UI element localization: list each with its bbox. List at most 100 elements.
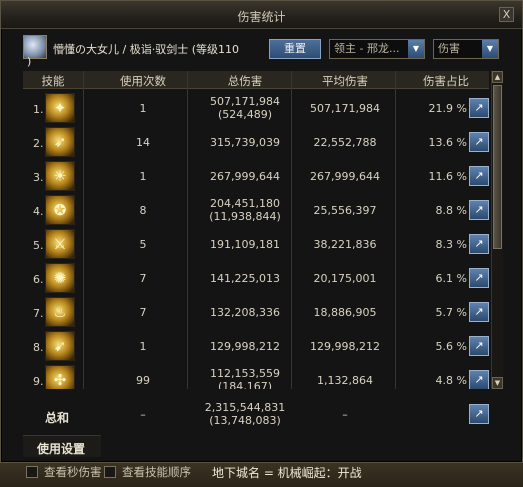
total-damage-value: 191,109,181 <box>210 238 280 251</box>
reset-button[interactable]: 重置 <box>269 39 321 59</box>
skill-3-icon: ☀ <box>45 161 75 191</box>
table-row: 1. ✦ 1 507,171,984 (524,489) 507,171,984 21.9 … <box>23 91 489 125</box>
skill-8-icon: ➹ <box>45 331 75 361</box>
uses-cell: 99 <box>136 374 150 387</box>
table-row: 9. ✣ 99 112,153,559 (184,167) 1,132,864 4.8 % ↗ <box>23 363 489 389</box>
title-bar[interactable]: 伤害统计 X <box>1 1 522 29</box>
character-name-cont: ) <box>27 55 32 68</box>
avg-damage-cell: 22,552,788 <box>313 136 377 149</box>
share-icon[interactable]: ↗ <box>469 200 489 220</box>
share-icon[interactable]: ↗ <box>469 268 489 288</box>
total-damage-sub: (524,489) <box>217 108 273 121</box>
usage-settings-tab[interactable]: 使用设置 <box>23 435 101 457</box>
table-row: 3. ☀ 1 267,999,644 267,999,644 11.6 % ↗ <box>23 159 489 193</box>
damage-share-cell: 6.1 % <box>435 272 467 285</box>
chevron-down-icon[interactable]: ▼ <box>408 40 424 58</box>
table-row: 4. ✪ 8 204,451,180 (11,938,844) 25,556,397 8.8… <box>23 193 489 227</box>
damage-share-cell: 11.6 % <box>428 170 467 183</box>
total-damage-cell: 204,451,180 (11,938,844) <box>195 197 295 223</box>
row-index: 6. <box>33 273 44 286</box>
avg-damage-cell: 267,999,644 <box>310 170 380 183</box>
header-damage-share: 伤害占比 <box>423 74 469 88</box>
total-damage-value: 141,225,013 <box>210 272 280 285</box>
total-damage-value: 2,315,544,831 <box>204 401 286 414</box>
total-damage-cell: 267,999,644 <box>195 170 295 183</box>
total-damage-value: 132,208,336 <box>210 306 280 319</box>
table-row: 7. ♨ 7 132,208,336 18,886,905 5.7 % ↗ <box>23 295 489 329</box>
skill-1-icon: ✦ <box>45 93 75 123</box>
share-icon[interactable]: ↗ <box>469 336 489 356</box>
total-damage-cell: 315,739,039 <box>195 136 295 149</box>
avg-damage-cell: 129,998,212 <box>310 340 380 353</box>
share-icon[interactable]: ↗ <box>469 166 489 186</box>
damage-stats-window: 伤害统计 X 懵懂の大女儿 / 极诣·驭剑士 (等级110 ) 重置 领主 - … <box>0 0 523 463</box>
target-select[interactable]: 领主 - 邢龙... ▼ <box>329 39 425 59</box>
show-dps-label[interactable]: 查看秒伤害 <box>44 464 102 480</box>
share-icon[interactable]: ↗ <box>469 370 489 389</box>
uses-cell: 7 <box>139 272 147 285</box>
scrollbar[interactable]: ▲ ▼ <box>491 71 503 389</box>
total-row: 总和 – 2,315,544,831 (13,748,083) – ↗ <box>23 397 489 433</box>
show-dps-checkbox[interactable] <box>26 466 38 478</box>
share-icon[interactable]: ↗ <box>469 98 489 118</box>
row-index: 1. <box>33 103 44 116</box>
total-damage-sub: (13,748,083) <box>209 414 281 427</box>
close-button[interactable]: X <box>499 7 514 22</box>
show-skill-order-label[interactable]: 查看技能顺序 <box>122 464 191 480</box>
table-row: 2. ➶ 14 315,739,039 22,552,788 13.6 % ↗ <box>23 125 489 159</box>
uses-cell: 7 <box>139 306 147 319</box>
avg-damage-cell: 38,221,836 <box>313 238 377 251</box>
skill-7-icon: ♨ <box>45 297 75 327</box>
damage-share-cell: 13.6 % <box>428 136 467 149</box>
total-damage-value: 112,153,559 <box>210 367 280 380</box>
header-uses: 使用次数 <box>120 74 166 88</box>
dungeon-name: 地下城名 = 机械崛起：开战 <box>212 466 362 480</box>
row-index: 7. <box>33 307 44 320</box>
damage-share-cell: 5.6 % <box>435 340 467 353</box>
table-header: 技能 使用次数 总伤害 平均伤害 伤害占比 <box>23 71 489 89</box>
total-damage-value: 267,999,644 <box>210 170 280 183</box>
table-row: 8. ➹ 1 129,998,212 129,998,212 5.6 % ↗ <box>23 329 489 363</box>
total-damage-value: 129,998,212 <box>210 340 280 353</box>
scroll-up-icon[interactable]: ▲ <box>492 71 503 83</box>
scroll-thumb[interactable] <box>493 85 502 249</box>
damage-share-cell: 8.8 % <box>435 204 467 217</box>
character-bar: 懵懂の大女儿 / 极诣·驭剑士 (等级110 ) 重置 领主 - 邢龙... ▼… <box>23 35 503 69</box>
share-icon[interactable]: ↗ <box>469 234 489 254</box>
table-row: 5. ⚔ 5 191,109,181 38,221,836 8.3 % ↗ <box>23 227 489 261</box>
total-damage-value: 204,451,180 <box>210 197 280 210</box>
share-icon[interactable]: ↗ <box>469 404 489 424</box>
total-damage: 2,315,544,831 (13,748,083) <box>195 401 295 427</box>
total-label: 总和 <box>45 411 70 425</box>
scroll-down-icon[interactable]: ▼ <box>492 377 503 389</box>
row-index: 2. <box>33 137 44 150</box>
skill-2-icon: ➶ <box>45 127 75 157</box>
chevron-down-icon[interactable]: ▼ <box>482 40 498 58</box>
damage-table: 技能 使用次数 总伤害 平均伤害 伤害占比 1. ✦ 1 507,171,984 (52… <box>23 71 503 389</box>
target-select-value: 领主 - 邢龙... <box>334 42 400 55</box>
total-damage-cell: 191,109,181 <box>195 238 295 251</box>
total-damage-cell: 112,153,559 (184,167) <box>195 367 295 389</box>
skill-5-icon: ⚔ <box>45 229 75 259</box>
total-avg: – <box>342 408 348 421</box>
header-avg-damage: 平均伤害 <box>322 74 368 88</box>
row-index: 9. <box>33 375 44 388</box>
total-damage-value: 315,739,039 <box>210 136 280 149</box>
damage-type-select[interactable]: 伤害 ▼ <box>433 39 499 59</box>
total-uses: – <box>140 408 146 421</box>
damage-share-cell: 5.7 % <box>435 306 467 319</box>
row-index: 8. <box>33 341 44 354</box>
avg-damage-cell: 18,886,905 <box>313 306 377 319</box>
damage-share-cell: 8.3 % <box>435 238 467 251</box>
uses-cell: 5 <box>139 238 147 251</box>
damage-share-cell: 21.9 % <box>428 102 467 115</box>
share-icon[interactable]: ↗ <box>469 302 489 322</box>
header-skill: 技能 <box>41 74 65 88</box>
row-index: 5. <box>33 239 44 252</box>
total-damage-cell: 141,225,013 <box>195 272 295 285</box>
show-skill-order-checkbox[interactable] <box>104 466 116 478</box>
avg-damage-cell: 20,175,001 <box>313 272 377 285</box>
damage-type-select-value: 伤害 <box>438 42 460 55</box>
avg-damage-cell: 507,171,984 <box>310 102 380 115</box>
share-icon[interactable]: ↗ <box>469 132 489 152</box>
